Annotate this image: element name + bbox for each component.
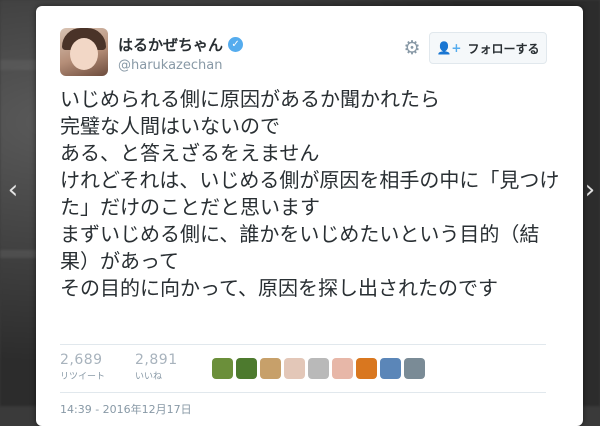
liker-avatar[interactable] (332, 358, 353, 379)
gear-icon[interactable]: ⚙ (402, 38, 422, 58)
liker-avatar[interactable] (380, 358, 401, 379)
user-name-row[interactable]: はるかぜちゃん ✓ (118, 34, 244, 55)
like-count: 2,891 (135, 352, 178, 368)
person-add-icon: 👤+ (436, 41, 462, 55)
like-label: いいね (135, 372, 163, 382)
retweet-count: 2,689 (60, 352, 103, 368)
display-name[interactable]: はるかぜちゃん (118, 34, 223, 55)
divider (60, 344, 546, 345)
previous-arrow-icon[interactable]: ‹ (3, 176, 23, 204)
divider (60, 392, 546, 393)
liker-avatar[interactable] (260, 358, 281, 379)
liker-avatar[interactable] (212, 358, 233, 379)
verified-badge-icon: ✓ (228, 37, 244, 52)
retweet-label: リツイート (60, 372, 106, 382)
tweet-timestamp[interactable]: 14:39 - 2016年12月17日 (60, 401, 192, 417)
like-stat[interactable]: 2,891 いいね (135, 352, 178, 382)
avatar[interactable] (60, 28, 108, 76)
next-arrow-icon[interactable]: › (580, 176, 600, 204)
tweet-card: はるかぜちゃん ✓ @harukazechan ⚙ 👤+ フォローする いじめら… (36, 6, 583, 426)
tweet-stats: 2,689 リツイート 2,891 いいね (60, 352, 208, 382)
liker-avatar[interactable] (404, 358, 425, 379)
liker-avatar[interactable] (236, 358, 257, 379)
liker-avatars (212, 358, 425, 379)
follow-button-label: フォローする (467, 41, 540, 56)
liker-avatar[interactable] (284, 358, 305, 379)
follow-button[interactable]: 👤+ フォローする (429, 32, 547, 64)
retweet-stat[interactable]: 2,689 リツイート (60, 352, 105, 382)
user-handle[interactable]: @harukazechan (118, 58, 222, 73)
tweet-text: いじめられる側に原因があるか聞かれたら 完璧な人間はいないので ある、と答えざる… (60, 87, 560, 300)
liker-avatar[interactable] (356, 358, 377, 379)
liker-avatar[interactable] (308, 358, 329, 379)
